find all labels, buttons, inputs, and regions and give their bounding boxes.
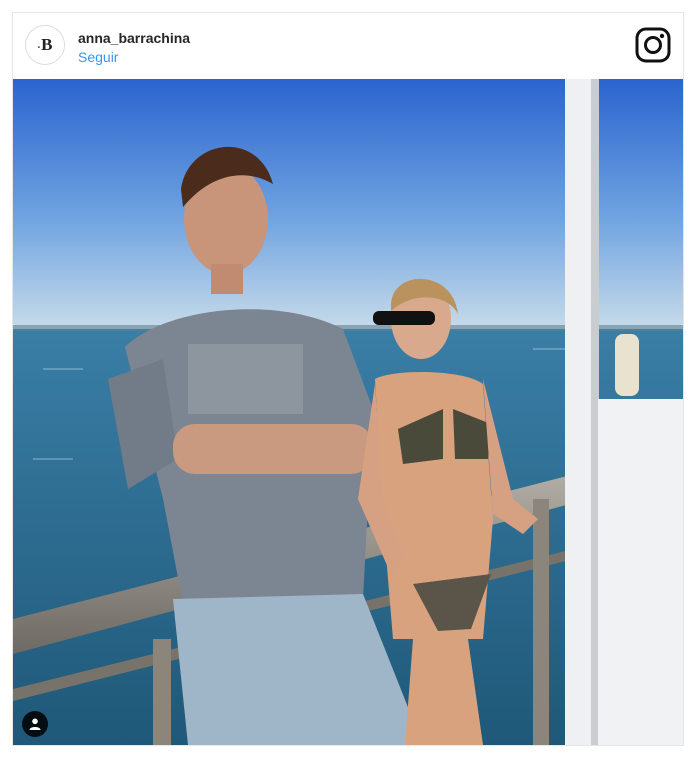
- instagram-post-embed: . B anna_barrachina Seguir: [12, 12, 684, 746]
- white-pillar: [598, 399, 683, 745]
- avatar-dot: .: [37, 39, 41, 51]
- railing-post: [533, 499, 549, 745]
- post-username[interactable]: anna_barrachina: [78, 30, 190, 46]
- post-photo[interactable]: [13, 79, 683, 745]
- person-tag-icon[interactable]: [22, 711, 48, 737]
- follow-link[interactable]: Seguir: [78, 49, 118, 65]
- avatar[interactable]: . B: [25, 25, 65, 65]
- avatar-initial: B: [41, 35, 53, 54]
- photo-scene: [13, 79, 683, 745]
- instagram-icon[interactable]: [635, 27, 671, 63]
- white-column-shadow: [591, 79, 599, 745]
- post-header: . B anna_barrachina Seguir: [13, 13, 683, 79]
- railing-post: [153, 639, 171, 745]
- lamp: [615, 334, 639, 396]
- person-tag-glyph: [29, 718, 41, 730]
